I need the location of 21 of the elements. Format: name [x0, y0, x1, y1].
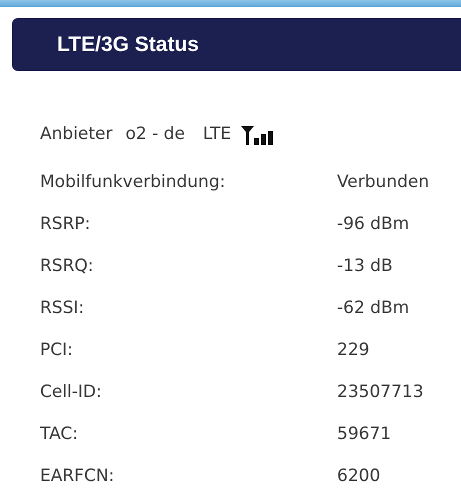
- field-value: -96 dBm: [337, 213, 410, 236]
- field-label: Mobilfunkverbindung:: [40, 171, 226, 194]
- field-value: 6200: [337, 465, 380, 488]
- provider-name: o2 - de: [126, 123, 185, 146]
- network-type: LTE: [202, 123, 232, 146]
- field-label: RSRP:: [40, 213, 92, 236]
- field-label: EARFCN:: [40, 465, 116, 488]
- field-label: PCI:: [40, 339, 74, 362]
- field-value: -62 dBm: [337, 297, 410, 320]
- field-value: 23507713: [337, 381, 424, 404]
- field-label: RSRQ:: [40, 255, 95, 278]
- field-value: Verbunden: [337, 171, 430, 194]
- header-title: LTE/3G Status: [57, 32, 199, 58]
- provider-label: Anbieter: [40, 123, 112, 146]
- field-value: 229: [337, 339, 370, 362]
- signal-strength-icon: [241, 125, 274, 145]
- field-value: 59671: [337, 423, 392, 446]
- field-value: -13 dB: [337, 255, 393, 278]
- field-label: RSSI:: [40, 297, 86, 320]
- field-label: Cell-ID:: [40, 381, 103, 404]
- field-label: TAC:: [40, 423, 79, 446]
